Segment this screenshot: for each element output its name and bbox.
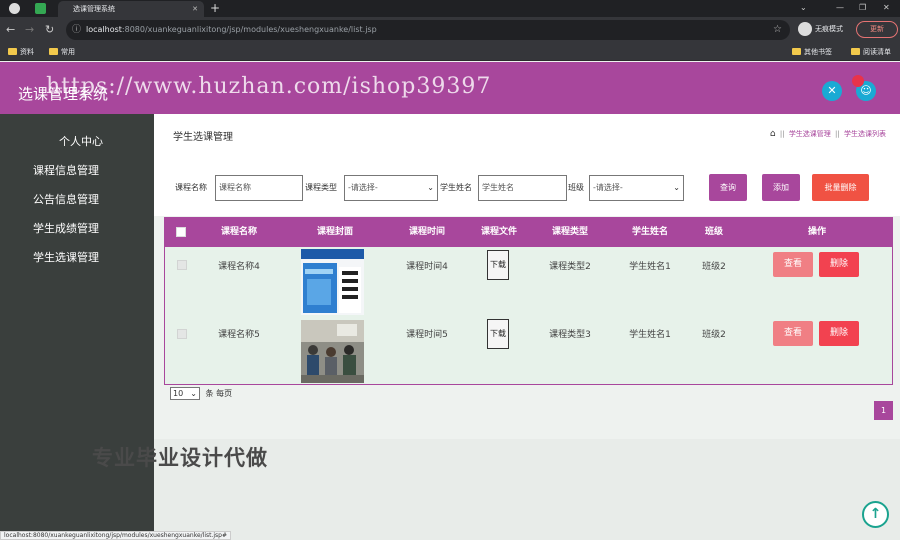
query-button[interactable]: 查询: [709, 174, 747, 201]
site-info-icon[interactable]: ⓘ: [72, 20, 81, 40]
cell-course-time: 课程时间4: [406, 262, 448, 272]
tab-title: 选课管理系统: [73, 5, 115, 13]
cell-course-name: 课程名称4: [218, 262, 260, 272]
view-button[interactable]: 查看: [773, 321, 813, 346]
bookmark-folder-ziliao[interactable]: 资料: [8, 46, 34, 58]
delete-button[interactable]: 删除: [819, 252, 859, 277]
home-icon[interactable]: ⌂: [770, 129, 776, 139]
class-label: 班级: [568, 183, 584, 192]
incognito-label: 无痕模式: [815, 25, 843, 33]
browser-addressbar: ← → ↻ ⓘ localhost:8080/xuankeguanlixiton…: [0, 17, 900, 43]
browser-tab-active[interactable]: 选课管理系统 ✕: [58, 1, 204, 17]
column-header-time: 课程时间: [408, 227, 445, 237]
tab-search-icon[interactable]: ⌄: [800, 0, 807, 16]
select-all-checkbox[interactable]: [176, 227, 186, 237]
bookmarks-bar: 资料 常用 其他书签 阅读清单: [0, 43, 900, 61]
globe-icon[interactable]: [9, 3, 20, 14]
update-button[interactable]: 更新: [856, 21, 898, 38]
column-header-file: 课程文件: [480, 227, 517, 237]
page-size-value: 10: [173, 389, 184, 398]
download-button[interactable]: 下载: [487, 319, 509, 349]
incognito-icon: [798, 22, 812, 36]
breadcrumb-item-2[interactable]: 学生选课列表: [844, 130, 886, 138]
new-tab-icon[interactable]: +: [210, 0, 220, 16]
per-page-label: 条 每页: [205, 389, 233, 398]
watermark-text: https://www.huzhan.com/ishop39397: [46, 74, 492, 99]
restore-icon[interactable]: ❐: [859, 0, 866, 16]
table-header: 课程名称 课程封面 课程时间 课程文件 课程类型 学生姓名 班级 操作: [165, 218, 892, 247]
row-checkbox[interactable]: [177, 260, 187, 270]
class-selected: -请选择-: [593, 183, 623, 192]
sidebar-item-notice-info[interactable]: 公告信息管理: [0, 191, 154, 209]
row-checkbox[interactable]: [177, 329, 187, 339]
column-header-type: 课程类型: [551, 227, 588, 237]
cell-course-type: 课程类型3: [549, 330, 591, 340]
notification-dot: [852, 75, 864, 87]
class-select[interactable]: -请选择- ⌄: [589, 175, 684, 201]
chevron-down-icon: ⌄: [673, 183, 680, 192]
breadcrumb: ⌂ || 学生选课管理 || 学生选课列表: [769, 129, 886, 139]
browser-tabbar: 选课管理系统 ✕ + ⌄ — ❐ ✕: [0, 0, 900, 17]
course-name-label: 课程名称: [175, 183, 207, 192]
sheets-tab-icon[interactable]: [35, 3, 46, 14]
sidebar: 个人中心 课程信息管理 公告信息管理 学生成绩管理 学生选课管理: [0, 114, 154, 540]
view-button[interactable]: 查看: [773, 252, 813, 277]
batch-delete-button[interactable]: 批量删除: [812, 174, 869, 201]
scroll-to-top-icon[interactable]: ↑: [862, 501, 889, 528]
main-content: 学生选课管理 ⌂ || 学生选课管理 || 学生选课列表 课程名称 课程名称 课…: [154, 114, 900, 540]
fullscreen-icon[interactable]: ✕: [822, 81, 842, 101]
add-button[interactable]: 添加: [762, 174, 800, 201]
download-button[interactable]: 下载: [487, 250, 509, 280]
column-header-course-name: 课程名称: [220, 227, 257, 237]
book-cover-image: [301, 249, 364, 315]
student-name-input[interactable]: 学生姓名: [478, 175, 567, 201]
close-tab-icon[interactable]: ✕: [192, 1, 198, 17]
bookmark-star-icon[interactable]: ☆: [773, 20, 782, 40]
back-icon[interactable]: ←: [6, 23, 15, 36]
sidebar-item-personal-center[interactable]: 个人中心: [0, 133, 154, 151]
reading-list[interactable]: 阅读清单: [851, 46, 891, 58]
window-close-icon[interactable]: ✕: [883, 0, 890, 16]
page-size-select[interactable]: 10 ⌄: [170, 387, 200, 400]
status-bar: localhost:8080/xuankeguanlixitong/jsp/mo…: [0, 531, 232, 540]
course-type-select[interactable]: -请选择- ⌄: [344, 175, 438, 201]
url-host: localhost: [86, 25, 122, 34]
column-header-actions: 操作: [807, 227, 826, 237]
title-bar: 学生选课管理 ⌂ || 学生选课管理 || 学生选课列表: [154, 114, 900, 154]
page-number-current[interactable]: 1: [874, 401, 893, 420]
column-header-class: 班级: [704, 227, 723, 237]
promo-overlay-text: 专业毕业设计代做: [92, 446, 268, 470]
cell-course-type: 课程类型2: [549, 262, 591, 272]
data-table: 课程名称 课程封面 课程时间 课程文件 课程类型 学生姓名 班级 操作 课程名称…: [164, 217, 893, 385]
cell-class: 班级2: [702, 262, 726, 272]
column-header-cover: 课程封面: [316, 227, 353, 237]
sidebar-item-scores[interactable]: 学生成绩管理: [0, 220, 154, 238]
student-name-label: 学生姓名: [440, 183, 472, 192]
url-path: :8080/xuankeguanlixitong/jsp/modules/xue…: [121, 25, 377, 34]
bookmark-folder-changyong[interactable]: 常用: [49, 46, 75, 58]
chevron-down-icon: ⌄: [427, 183, 434, 192]
course-name-input[interactable]: 课程名称: [215, 175, 303, 201]
url-input[interactable]: ⓘ localhost:8080/xuankeguanlixitong/jsp/…: [66, 20, 790, 40]
pagination-size: 10 ⌄ 条 每页: [170, 387, 232, 400]
course-type-selected: -请选择-: [348, 183, 378, 192]
cell-course-name: 课程名称5: [218, 330, 260, 340]
page-title: 学生选课管理: [173, 132, 233, 143]
minimize-icon[interactable]: —: [836, 0, 844, 16]
cell-course-time: 课程时间5: [406, 330, 448, 340]
search-form: 课程名称 课程名称 课程类型 -请选择- ⌄ 学生姓名 学生姓名 班级 -请选择…: [154, 154, 900, 216]
app-header: 选课管理系统 https://www.huzhan.com/ishop39397: [0, 62, 900, 114]
bookmark-folder-other[interactable]: 其他书签: [792, 46, 832, 58]
reload-icon[interactable]: ↻: [45, 23, 54, 36]
sidebar-item-course-info[interactable]: 课程信息管理: [0, 162, 154, 180]
breadcrumb-item-1[interactable]: 学生选课管理: [789, 130, 831, 138]
forward-icon[interactable]: →: [25, 23, 34, 36]
delete-button[interactable]: 删除: [819, 321, 859, 346]
classroom-photo: [301, 320, 364, 383]
chevron-down-icon: ⌄: [190, 389, 197, 398]
sidebar-item-course-selection[interactable]: 学生选课管理: [0, 249, 154, 267]
cell-class: 班级2: [702, 330, 726, 340]
course-type-label: 课程类型: [305, 183, 337, 192]
